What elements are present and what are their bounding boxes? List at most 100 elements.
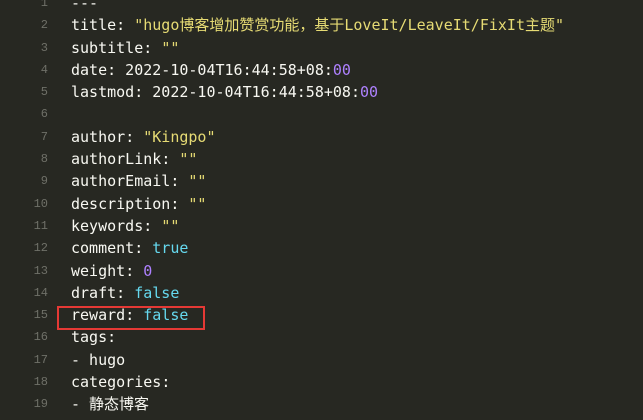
line-number: 18 — [33, 375, 48, 390]
code-token: : — [116, 16, 135, 35]
code-line[interactable]: 14 draft: false — [0, 282, 643, 304]
line-code: weight: 0 — [71, 260, 152, 282]
line-code: authorLink: "" — [71, 148, 197, 170]
code-token: false — [134, 283, 180, 302]
code-token: lastmod — [71, 83, 135, 102]
code-token: : — [161, 373, 171, 392]
code-token: false — [143, 306, 189, 325]
code-token: : — [170, 172, 189, 191]
code-token: "" — [188, 194, 207, 213]
code-line[interactable]: 3 subtitle: "" — [0, 37, 643, 59]
code-token: "" — [161, 38, 180, 57]
line-number: 7 — [40, 129, 48, 144]
line-number: 1 — [40, 0, 48, 10]
code-line[interactable]: 9 authorEmail: "" — [0, 170, 643, 192]
line-number: 10 — [33, 196, 48, 211]
line-code: --- — [71, 0, 98, 14]
code-token: : — [170, 194, 189, 213]
code-token: : — [143, 38, 162, 57]
code-line[interactable]: 7 author: "Kingpo" — [0, 126, 643, 148]
line-code: description: "" — [71, 193, 206, 215]
code-line[interactable]: 19 - 静态博客 — [0, 393, 643, 415]
code-line[interactable]: 1 --- — [0, 0, 643, 14]
code-token: true — [152, 239, 189, 258]
code-token: "" — [188, 172, 207, 191]
code-token: 0 — [143, 261, 153, 280]
code-token: : — [161, 150, 180, 169]
code-token: reward — [71, 306, 126, 325]
line-number: 13 — [33, 263, 48, 278]
code-token: 00 — [332, 60, 351, 79]
line-code: categories: — [71, 371, 170, 393]
code-token: "Kingpo" — [143, 127, 216, 146]
code-line[interactable]: 18 categories: — [0, 371, 643, 393]
code-line[interactable]: 17 - hugo — [0, 349, 643, 371]
code-token: date — [71, 60, 108, 79]
code-token: title — [71, 16, 117, 35]
line-number: 2 — [40, 18, 48, 33]
line-number: 5 — [40, 85, 48, 100]
code-line[interactable]: 12 comment: true — [0, 237, 643, 259]
line-number: 15 — [33, 308, 48, 323]
code-token: categories — [71, 373, 162, 392]
code-token: : — [125, 306, 144, 325]
code-token: : 2022-10-04T16:44:58+08: — [134, 83, 360, 102]
code-token: --- — [71, 0, 99, 12]
code-token: : — [107, 328, 117, 347]
code-token: weight — [71, 261, 126, 280]
code-token: authorLink — [71, 150, 162, 169]
code-token: : 2022-10-04T16:44:58+08: — [107, 60, 333, 79]
code-token: comment — [71, 239, 135, 258]
code-line[interactable]: 16 tags: — [0, 326, 643, 348]
line-code: subtitle: "" — [71, 37, 179, 59]
code-token: tags — [71, 328, 108, 347]
line-code: tags: — [71, 326, 116, 348]
line-number: 14 — [33, 285, 48, 300]
line-number: 8 — [40, 152, 48, 167]
code-token: : — [143, 216, 162, 235]
code-token: : — [125, 127, 144, 146]
code-token: author — [71, 127, 126, 146]
code-line[interactable]: 13 weight: 0 — [0, 260, 643, 282]
line-number: 11 — [33, 218, 48, 233]
code-token: - 静态博客 — [71, 395, 150, 414]
code-token: : — [125, 261, 144, 280]
code-token: "" — [161, 216, 180, 235]
code-token: description — [71, 194, 171, 213]
line-code: lastmod: 2022-10-04T16:44:58+08:00 — [71, 81, 378, 103]
line-code: date: 2022-10-04T16:44:58+08:00 — [71, 59, 351, 81]
code-token: keywords — [71, 216, 144, 235]
line-number: 6 — [40, 107, 48, 122]
code-line[interactable]: 15 reward: false — [0, 304, 643, 326]
line-number: 3 — [40, 40, 48, 55]
code-editor[interactable]: 1 --- 2 title: "hugo博客增加赞赏功能，基于LoveIt/Leave… — [0, 0, 643, 420]
code-token: "hugo博客增加赞赏功能，基于LoveIt/LeaveIt/FixIt主题" — [134, 16, 565, 35]
code-token: "" — [179, 150, 198, 169]
code-line[interactable]: 4 date: 2022-10-04T16:44:58+08:00 — [0, 59, 643, 81]
line-number: 19 — [33, 397, 48, 412]
code-lines: 1 --- 2 title: "hugo博客增加赞赏功能，基于LoveIt/Leave… — [0, 0, 643, 416]
code-line[interactable]: 8 authorLink: "" — [0, 148, 643, 170]
line-code: comment: true — [71, 237, 188, 259]
line-number: 17 — [33, 352, 48, 367]
code-line[interactable]: 10 description: "" — [0, 193, 643, 215]
code-line[interactable]: 5 lastmod: 2022-10-04T16:44:58+08:00 — [0, 81, 643, 103]
code-line[interactable]: 11 keywords: "" — [0, 215, 643, 237]
code-token: : — [116, 283, 135, 302]
line-code: draft: false — [71, 282, 179, 304]
line-code: title: "hugo博客增加赞赏功能，基于LoveIt/LeaveIt/Fi… — [71, 14, 564, 36]
code-token: 00 — [360, 83, 379, 102]
line-code: - 静态博客 — [71, 393, 149, 415]
code-line[interactable]: 6 — [0, 103, 643, 125]
line-code: keywords: "" — [71, 215, 179, 237]
code-token: subtitle — [71, 38, 144, 57]
code-token: - hugo — [71, 350, 126, 369]
line-number: 16 — [33, 330, 48, 345]
code-line[interactable]: 2 title: "hugo博客增加赞赏功能，基于LoveIt/LeaveIt/F… — [0, 14, 643, 36]
line-number: 12 — [33, 241, 48, 256]
line-code: author: "Kingpo" — [71, 126, 216, 148]
code-token: authorEmail — [71, 172, 171, 191]
line-code: authorEmail: "" — [71, 170, 206, 192]
code-token: : — [134, 239, 153, 258]
code-token: draft — [71, 283, 117, 302]
